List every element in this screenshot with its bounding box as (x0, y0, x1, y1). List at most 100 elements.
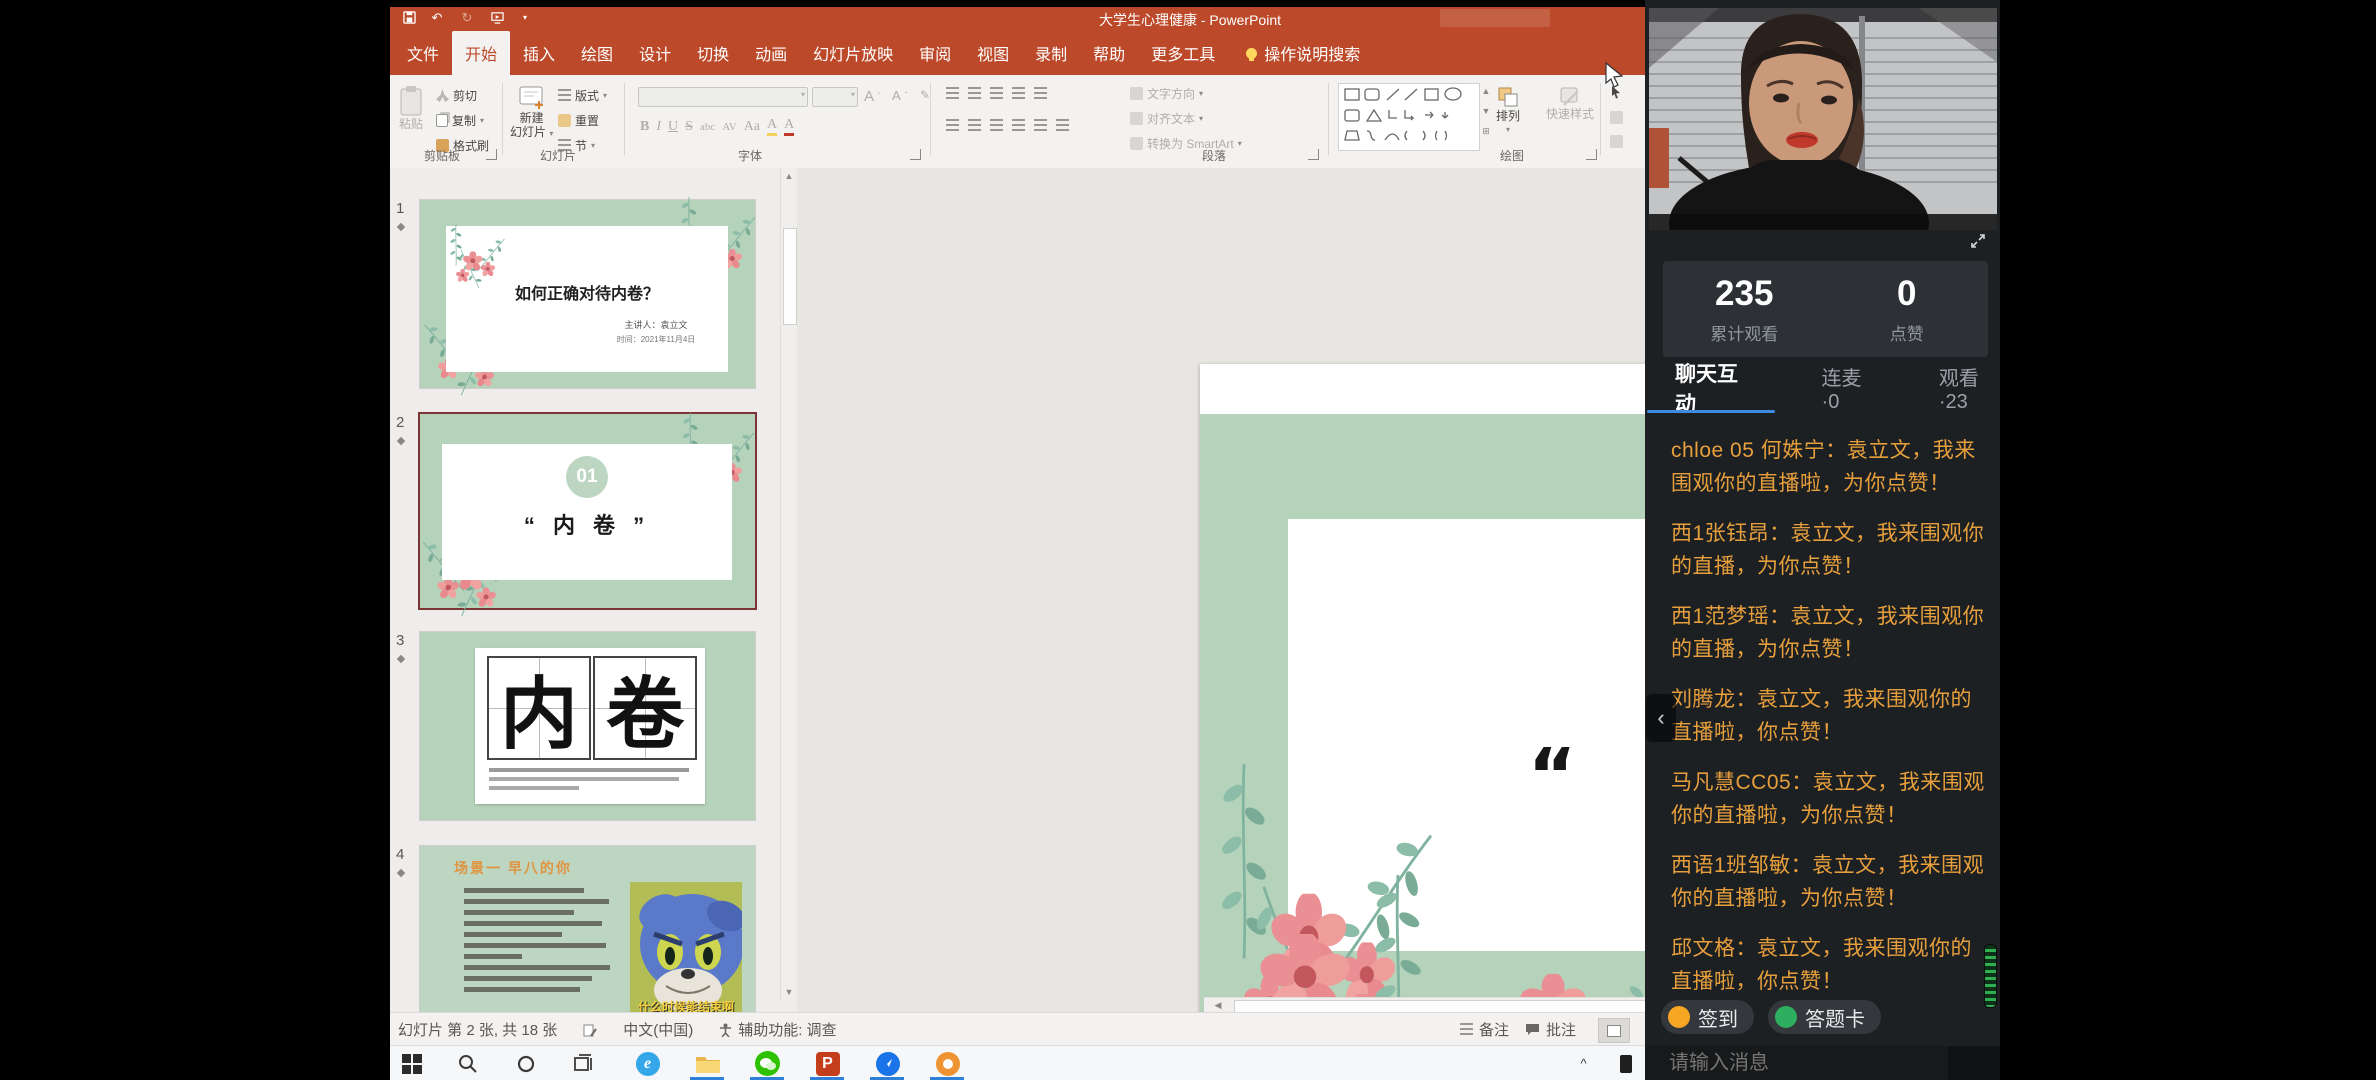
font-name-combo[interactable] (638, 87, 808, 107)
font-color-button[interactable]: A (784, 117, 794, 136)
expand-panel-icon[interactable] (1970, 233, 1988, 251)
slide-thumbnail-1[interactable]: 如何正确对待内卷？ 主讲人：袁立文 时间：2021年11月4日 (420, 200, 755, 388)
tab-watching[interactable]: 观看·23 (1939, 362, 2000, 414)
tab-view[interactable]: 视图 (964, 31, 1022, 75)
tab-draw[interactable]: 绘图 (568, 31, 626, 75)
show-hidden-icons-chevron[interactable]: ^ (1570, 1050, 1597, 1077)
powerpoint-icon[interactable]: P (814, 1050, 841, 1077)
italic-button[interactable]: I (656, 119, 661, 135)
slide-thumbnail-2[interactable]: 01 “ 内 卷 ” (420, 414, 755, 608)
align-left-icon[interactable] (946, 119, 959, 132)
internet-explorer-icon[interactable]: e (634, 1050, 661, 1077)
wechat-icon[interactable] (754, 1050, 781, 1077)
shrink-font-button[interactable]: Aˇ (892, 88, 907, 103)
start-button[interactable] (398, 1050, 425, 1077)
clear-formatting-button[interactable]: ✎ (920, 88, 930, 102)
columns-icon[interactable] (1034, 119, 1047, 132)
chat-message-list[interactable]: chloe 05 何姝宁：袁立文，我来围观你的直播啦，为你点赞！ 西1张钰昂：袁… (1645, 420, 2000, 992)
tab-file[interactable]: 文件 (394, 31, 452, 75)
numbering-icon[interactable] (968, 87, 981, 100)
shapes-more[interactable]: ⊞ (1480, 125, 1492, 137)
strikethrough-button[interactable]: S (685, 119, 693, 135)
qat-more-icon[interactable]: ▾ (518, 11, 532, 25)
browser-blue-icon[interactable] (874, 1050, 901, 1077)
new-slide-button[interactable]: 新建 幻灯片 ▾ (510, 85, 553, 141)
cortana-icon[interactable] (512, 1050, 539, 1077)
shape-outline-button[interactable] (1610, 135, 1623, 148)
answer-card-button[interactable]: 答题卡 (1768, 1000, 1881, 1034)
chat-input[interactable] (1645, 1051, 1948, 1076)
quick-styles-button[interactable]: 快速样式 (1544, 85, 1596, 121)
tab-help[interactable]: 帮助 (1080, 31, 1138, 75)
scrollbar-thumb[interactable] (783, 228, 797, 325)
search-icon[interactable] (454, 1050, 481, 1077)
save-icon[interactable] (402, 11, 416, 25)
tab-insert[interactable]: 插入 (510, 31, 568, 75)
decrease-indent-icon[interactable] (990, 87, 1003, 100)
slide-thumbnail-3[interactable]: 内 卷 (420, 632, 755, 820)
app-orange-icon[interactable] (934, 1050, 961, 1077)
tab-transitions[interactable]: 切换 (684, 31, 742, 75)
underline-button[interactable]: U (668, 119, 678, 135)
paragraph-dialog-launcher[interactable] (1308, 149, 1319, 160)
spellcheck-icon[interactable] (583, 1023, 597, 1037)
file-explorer-icon[interactable] (694, 1050, 721, 1077)
shapes-gallery[interactable] (1338, 83, 1480, 151)
shapes-scroll-up[interactable]: ▲ (1480, 85, 1492, 97)
tab-chat[interactable]: 聊天互动 (1675, 358, 1750, 418)
slide-thumbnail-4[interactable]: 场景一 早八的你 (420, 846, 755, 1034)
chat-scrollbar-thumb[interactable] (1984, 944, 1997, 1008)
reset-button[interactable]: 重置 (558, 112, 599, 129)
shape-fill-button[interactable] (1610, 111, 1623, 124)
task-view-icon[interactable] (570, 1050, 597, 1077)
tab-more-tools[interactable]: 更多工具 (1138, 31, 1228, 75)
tab-slideshow[interactable]: 幻灯片放映 (800, 31, 906, 75)
tell-me-search[interactable]: 操作说明搜索 (1246, 41, 1360, 75)
start-slideshow-icon[interactable] (490, 11, 504, 25)
accessibility-status[interactable]: 辅助功能: 调查 (719, 1019, 836, 1040)
tab-review[interactable]: 审阅 (906, 31, 964, 75)
text-shadow-button[interactable]: abc (700, 121, 715, 133)
text-direction-button[interactable]: 文字方向▾ (1130, 85, 1203, 102)
justify-icon[interactable] (1012, 119, 1025, 132)
send-button[interactable] (1948, 1046, 2000, 1080)
normal-view-button[interactable] (1598, 1018, 1630, 1043)
font-size-combo[interactable] (812, 87, 858, 107)
comments-button[interactable]: 批注 (1525, 1019, 1576, 1040)
checkin-button[interactable]: 签到 (1661, 1000, 1754, 1034)
highlight-color-button[interactable]: A (767, 117, 777, 136)
tab-animations[interactable]: 动画 (742, 31, 800, 75)
bullets-icon[interactable] (946, 87, 959, 100)
grow-font-button[interactable]: Aˆ (864, 88, 881, 105)
character-spacing-button[interactable]: AV (722, 121, 736, 133)
clipboard-dialog-launcher[interactable] (486, 149, 497, 160)
drawing-dialog-launcher[interactable] (1586, 149, 1597, 160)
undo-icon[interactable]: ↶ (430, 11, 444, 25)
layout-button[interactable]: 版式▾ (558, 87, 607, 104)
scroll-left-arrow[interactable]: ◀ (1212, 999, 1224, 1011)
tab-home[interactable]: 开始 (452, 31, 510, 75)
collapse-sidebar-handle[interactable]: ‹ (1646, 694, 1676, 742)
redo-icon[interactable]: ↻ (460, 11, 474, 25)
shapes-scroll-down[interactable]: ▼ (1480, 105, 1492, 117)
paste-button[interactable]: 粘贴 (398, 85, 424, 131)
notes-button[interactable]: 备注 (1460, 1019, 1509, 1040)
horizontal-scrollbar[interactable]: ◀ (1204, 997, 1645, 1013)
tab-connect[interactable]: 连麦·0 (1822, 362, 1873, 414)
thumbnail-scrollbar[interactable]: ▲ ▼ (780, 168, 798, 1000)
scroll-down-arrow[interactable]: ▼ (783, 986, 795, 998)
bold-button[interactable]: B (640, 119, 649, 135)
align-right-icon[interactable] (990, 119, 1003, 132)
tab-design[interactable]: 设计 (626, 31, 684, 75)
arrange-button[interactable]: 排列▾ (1496, 85, 1520, 137)
pen-tray-icon[interactable] (1612, 1050, 1639, 1077)
tab-record[interactable]: 录制 (1022, 31, 1080, 75)
copy-button[interactable]: 复制▾ (436, 112, 484, 129)
increase-indent-icon[interactable] (1012, 87, 1025, 100)
slide-canvas[interactable]: 01 “ 内 卷 ” (1200, 364, 1645, 1076)
cut-button[interactable]: 剪切 (436, 87, 477, 104)
align-center-icon[interactable] (968, 119, 981, 132)
change-case-button[interactable]: Aa (744, 119, 760, 135)
line-spacing-icon[interactable] (1034, 87, 1047, 100)
font-dialog-launcher[interactable] (910, 149, 921, 160)
